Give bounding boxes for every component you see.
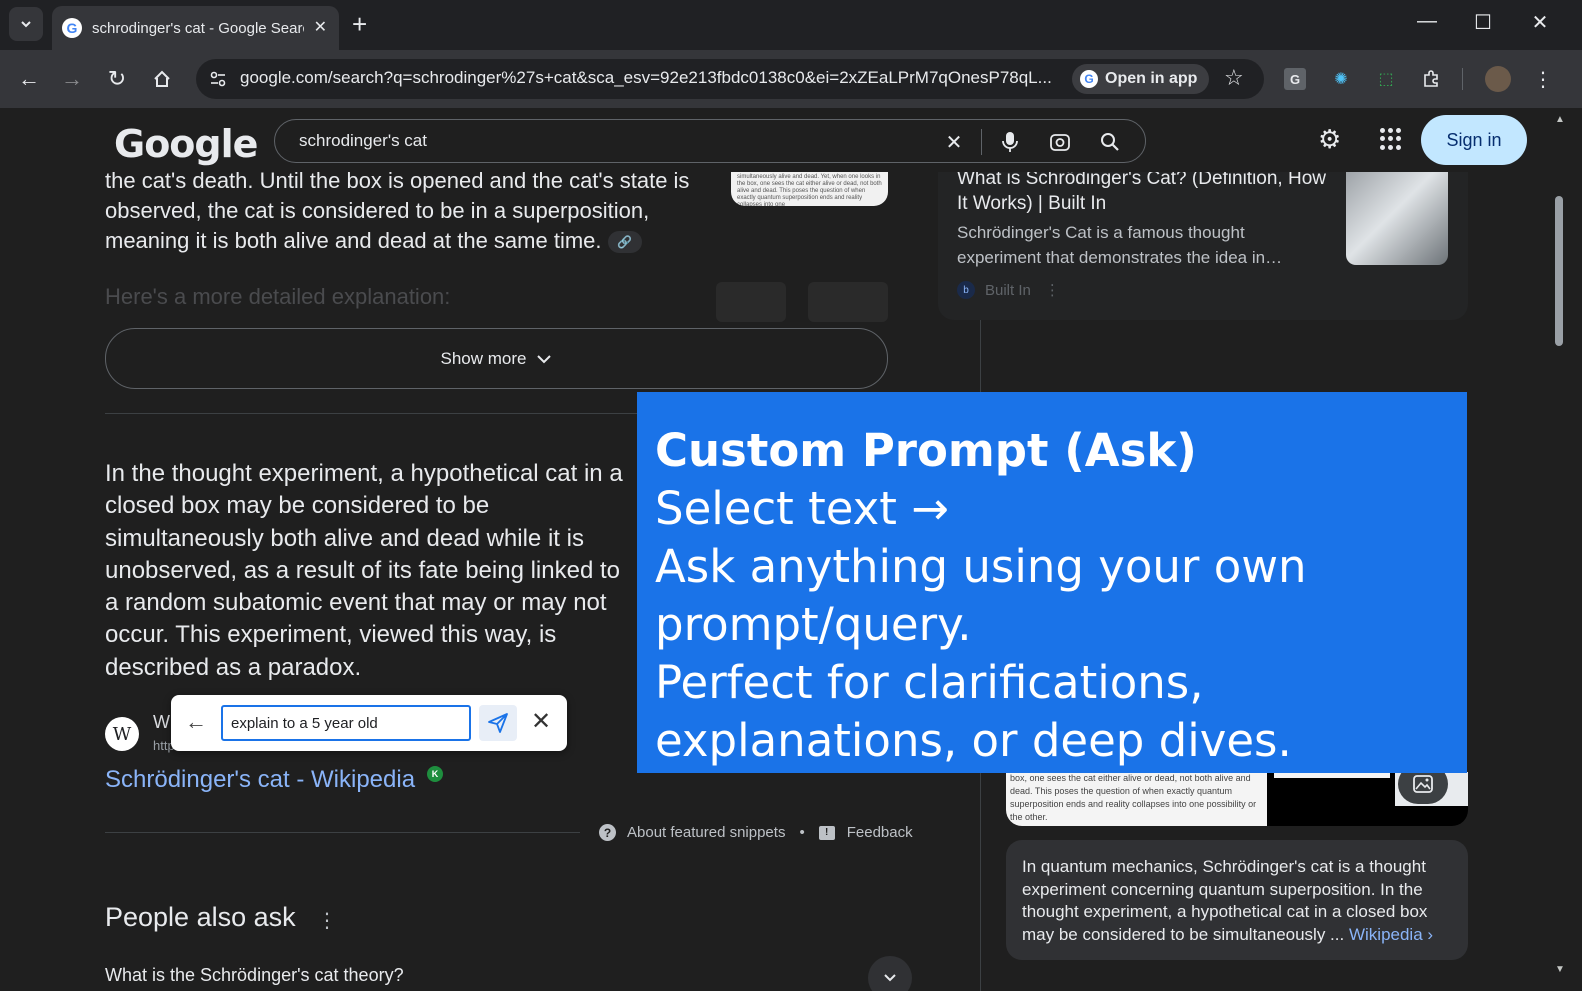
people-also-ask-title: People also ask [105, 902, 296, 932]
google-search-box[interactable]: schrodinger's cat ✕ [274, 119, 1146, 163]
open-in-app-label: Open in app [1105, 70, 1198, 87]
snippet-footer: ? About featured snippets • ! Feedback [599, 824, 913, 841]
send-button[interactable] [479, 705, 517, 741]
back-arrow-icon[interactable]: ← [14, 64, 44, 94]
show-more-button[interactable]: Show more [105, 328, 888, 389]
promo-title: Custom Prompt (Ask) [655, 424, 1197, 477]
browser-toolbar: ← → ↻ google.com/search?q=schrodinger%27… [0, 50, 1582, 108]
google-header: Google schrodinger's cat ✕ ⚙ Sign in [0, 108, 1550, 172]
cat-thumbnail-image[interactable] [1346, 172, 1448, 265]
search-icon[interactable] [1097, 129, 1123, 155]
maximize-icon[interactable]: ☐ [1468, 10, 1498, 35]
promo-line-4: Perfect for clarifications, [655, 656, 1204, 709]
new-tab-plus-icon[interactable]: + [352, 10, 367, 38]
send-icon [488, 713, 508, 733]
google-favicon-icon: G [62, 18, 82, 38]
faded-thumbnail-1 [716, 282, 786, 322]
search-query-input[interactable]: schrodinger's cat [299, 131, 427, 151]
promo-line-2: Ask anything using your own [655, 540, 1307, 593]
show-more-label: Show more [440, 348, 527, 368]
url-text[interactable]: google.com/search?q=schrodinger%27s+cat&… [240, 68, 1060, 88]
detailed-explanation-heading: Here's a more detailed explanation: [105, 284, 451, 309]
divider [105, 832, 580, 833]
wikipedia-logo-icon[interactable]: W [105, 717, 139, 751]
feedback-icon: ! [818, 825, 835, 840]
expand-chevron-icon[interactable] [868, 956, 912, 991]
wikipedia-result-link[interactable]: Schrödinger's cat - Wikipedia [105, 766, 415, 794]
builtin-result-description: Schrödinger's Cat is a famous thought ex… [957, 223, 1283, 267]
google-apps-grid-icon[interactable] [1380, 128, 1402, 150]
gear-icon[interactable]: ⚙ [1318, 124, 1341, 155]
address-bar[interactable]: google.com/search?q=schrodinger%27s+cat&… [196, 59, 1264, 99]
extension-g-icon[interactable]: G [1284, 68, 1306, 90]
tab-bar: G schrodinger's cat - Google Search ✕ + … [0, 0, 1582, 50]
chevron-down-icon [537, 354, 552, 363]
about-featured-snippets-link[interactable]: About featured snippets [627, 824, 785, 841]
image-text-excerpt: box, one sees the cat either alive or de… [1006, 772, 1267, 826]
google-logo[interactable]: Google [114, 122, 258, 166]
extension-screenshot-icon[interactable]: ⬚ [1373, 66, 1399, 92]
promo-line-5: explanations, or deep dives. [655, 714, 1292, 767]
tab-search-button[interactable] [9, 7, 43, 41]
wikipedia-source-link[interactable]: Wikipedia › [1349, 925, 1433, 944]
browser-tab-active[interactable]: G schrodinger's cat - Google Search ✕ [52, 6, 339, 50]
link-icon[interactable]: 🔗 [607, 231, 642, 254]
site-settings-icon[interactable] [206, 67, 230, 91]
extensions-puzzle-icon[interactable] [1418, 66, 1444, 92]
dot-separator: • [799, 824, 805, 841]
faded-thumbnail-2 [808, 282, 888, 322]
builtin-source[interactable]: b Built In ⋮ [957, 281, 1060, 299]
verified-badge-icon: K [427, 766, 443, 782]
knowledge-panel-description: In quantum mechanics, Schrödinger's cat … [1006, 840, 1468, 960]
sign-in-button[interactable]: Sign in [1421, 115, 1527, 165]
open-in-app-button[interactable]: G Open in app [1072, 64, 1210, 94]
browser-menu-icon[interactable]: ⋮ [1530, 66, 1556, 92]
scrollbar-thumb[interactable] [1555, 196, 1563, 346]
profile-avatar[interactable] [1485, 66, 1511, 92]
home-icon[interactable] [147, 64, 177, 94]
chevron-down-icon [21, 21, 31, 28]
google-app-icon: G [1080, 70, 1098, 88]
window-close-icon[interactable]: ✕ [1525, 10, 1555, 35]
scroll-down-arrow-icon[interactable]: ▼ [1555, 964, 1565, 975]
builtin-result-title[interactable]: What is Schrödinger's Cat? (Definition, … [957, 172, 1327, 216]
close-icon[interactable]: ✕ [531, 707, 551, 736]
snippet-thumbnail[interactable]: simultaneously alive and dead. Yet, when… [731, 172, 888, 206]
lens-camera-icon[interactable] [1047, 129, 1073, 155]
microphone-icon[interactable] [997, 129, 1023, 155]
source-name[interactable]: W [153, 712, 170, 733]
custom-prompt-input[interactable] [221, 705, 471, 741]
extension-swirl-icon[interactable]: ✺ [1328, 66, 1354, 92]
help-icon: ? [599, 824, 616, 841]
promo-line-3: prompt/query. [655, 598, 972, 651]
paa-question[interactable]: What is the Schrödinger's cat theory? [105, 965, 404, 986]
builtin-source-name: Built In [985, 281, 1031, 299]
minimize-icon[interactable]: — [1412, 10, 1442, 33]
forward-arrow-icon[interactable]: → [57, 64, 87, 94]
snippet-paragraph: In the thought experiment, a hypothetica… [105, 460, 623, 681]
more-options-icon[interactable]: ⋮ [1045, 281, 1060, 299]
feature-promo-banner: Custom Prompt (Ask) Select text → Ask an… [637, 392, 1467, 773]
feedback-link[interactable]: Feedback [847, 824, 913, 841]
snippet-top-text: the cat's death. Until the box is opened… [105, 172, 690, 253]
bookmark-star-icon[interactable]: ☆ [1224, 65, 1244, 91]
promo-line-1: Select text → [655, 482, 949, 535]
featured-snippet-text: the cat's death. Until the box is opened… [105, 172, 705, 256]
search-divider [981, 129, 982, 155]
back-arrow-icon[interactable]: ← [185, 709, 207, 735]
reload-icon[interactable]: ↻ [102, 64, 132, 94]
ask-prompt-bar: ← ✕ [171, 695, 567, 751]
tab-title: schrodinger's cat - Google Search [92, 19, 304, 37]
clear-search-icon[interactable]: ✕ [941, 129, 967, 155]
tab-close-icon[interactable]: ✕ [314, 17, 327, 37]
toolbar-separator [1462, 68, 1463, 90]
scroll-up-arrow-icon[interactable]: ▲ [1555, 114, 1565, 125]
builtin-logo-icon: b [957, 281, 975, 299]
page-scrollbar[interactable]: ▲ ▼ [1550, 108, 1568, 991]
more-options-icon[interactable]: ⋮ [317, 908, 337, 933]
